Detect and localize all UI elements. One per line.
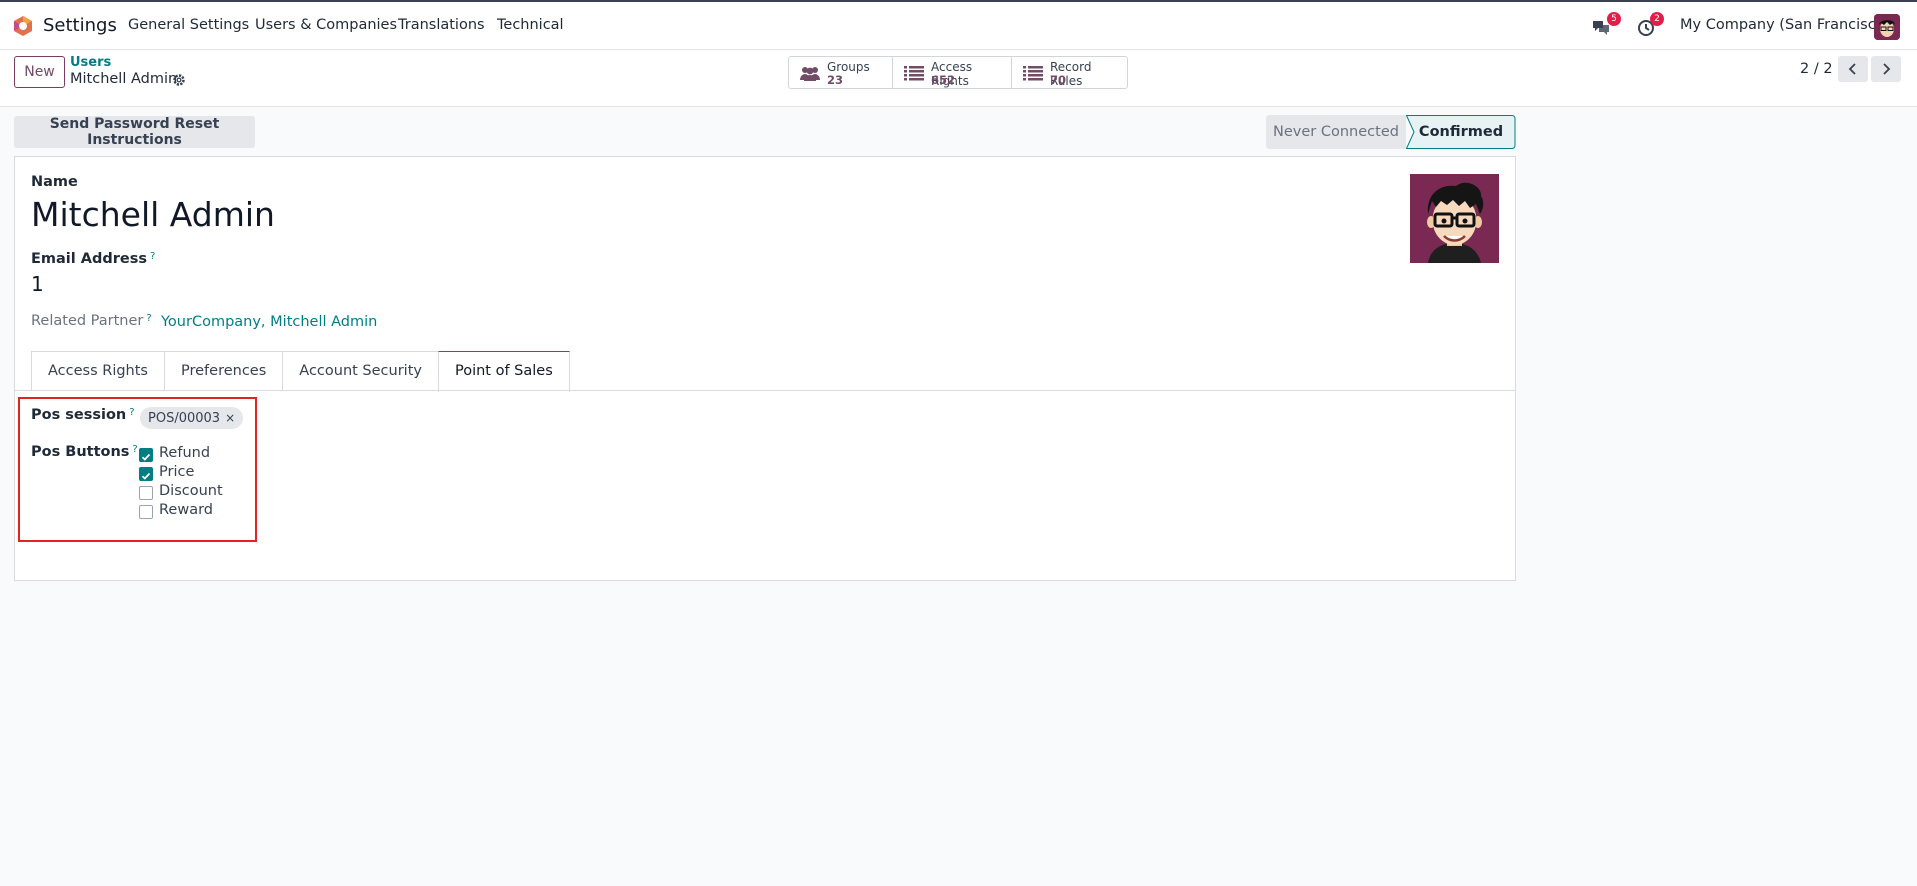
chevron-right-icon [1883,63,1891,75]
stat-record-rules-value: 70 [1050,73,1067,87]
stat-groups[interactable]: Groups 23 [789,57,893,88]
tab-access-rights[interactable]: Access Rights [31,351,164,391]
pager-previous-button[interactable] [1838,56,1868,82]
status-bar: Never Connected Confirmed [1266,115,1516,149]
user-avatar[interactable] [1874,14,1900,40]
gear-icon[interactable] [172,73,186,87]
app-name[interactable]: Settings [43,15,117,36]
status-never-connected[interactable]: Never Connected [1266,115,1406,149]
list-icon [1023,66,1043,81]
user-avatar-image[interactable] [1410,174,1499,263]
new-button[interactable]: New [14,56,65,88]
tab-point-of-sales[interactable]: Point of Sales [437,351,570,392]
help-tooltip-icon[interactable]: ? [132,444,137,455]
reward-label: Reward [159,502,213,518]
discount-checkbox[interactable] [139,486,153,500]
refund-checkbox[interactable] [139,448,153,462]
checkmark-icon [141,453,151,461]
refund-label: Refund [159,445,211,461]
menu-translations[interactable]: Translations [398,17,485,33]
email-label: Email Address? [31,251,155,267]
stat-groups-label: Groups [827,60,870,74]
price-label: Price [159,464,195,480]
help-tooltip-icon[interactable]: ? [150,251,155,262]
activities-badge: 2 [1650,12,1664,26]
pos-session-tag-label: POS/00003 [148,411,221,426]
messages-badge: 5 [1607,12,1621,26]
send-password-reset-button[interactable]: Send Password Reset Instructions [14,116,255,148]
chevron-left-icon [1848,63,1856,75]
pos-session-tag[interactable]: POS/00003 × [140,407,244,429]
odoo-logo-icon[interactable] [12,15,34,37]
discount-label: Discount [159,483,223,499]
pos-session-label-text: Pos session [31,407,127,423]
menu-general-settings[interactable]: General Settings [128,17,249,33]
breadcrumb-current: Mitchell Admin [70,71,178,87]
help-tooltip-icon[interactable]: ? [146,313,151,324]
breadcrumb-users[interactable]: Users [70,55,111,70]
menu-users-companies[interactable]: Users & Companies [255,17,397,33]
pos-buttons-label-text: Pos Buttons [31,444,130,460]
close-icon[interactable]: × [225,411,235,425]
list-icon [904,66,924,81]
tabs-divider [15,390,1515,391]
reward-checkbox[interactable] [139,505,153,519]
name-label: Name [31,174,78,190]
related-partner-label-text: Related Partner [31,313,144,329]
help-tooltip-icon[interactable]: ? [129,407,134,418]
pos-buttons-label: Pos Buttons? [31,444,138,460]
related-partner-label: Related Partner? [31,313,152,329]
email-label-text: Email Address [31,251,148,267]
checkmark-icon [141,472,151,480]
smart-buttons: Groups 23 Access Rights 652 Record Rules… [788,56,1128,89]
stat-groups-value: 23 [827,73,844,87]
pager-value[interactable]: 2 / 2 [1800,61,1833,77]
name-field[interactable]: Mitchell Admin [31,195,275,234]
form-sheet: Name Mitchell Admin Email Address? 1 Rel… [14,156,1516,581]
email-field[interactable]: 1 [31,272,44,296]
top-navbar: Settings General Settings Users & Compan… [0,0,1917,50]
stat-access-rights[interactable]: Access Rights 652 [893,57,1012,88]
form-tabs: Access Rights Preferences Account Securi… [31,351,570,392]
menu-technical[interactable]: Technical [497,17,564,33]
control-panel: New Users Mitchell Admin Groups 23 Acces… [0,51,1917,107]
company-switcher[interactable]: My Company (San Francisco) [1680,17,1890,33]
tab-account-security[interactable]: Account Security [282,351,438,391]
pos-session-label: Pos session? [31,407,135,423]
stat-record-rules[interactable]: Record Rules 70 [1012,57,1127,88]
users-icon [800,67,820,81]
status-confirmed[interactable]: Confirmed [1406,115,1516,149]
related-partner-link[interactable]: YourCompany, Mitchell Admin [161,314,377,330]
price-checkbox[interactable] [139,467,153,481]
pager-next-button[interactable] [1871,56,1901,82]
stat-access-rights-value: 652 [931,73,956,87]
tab-preferences[interactable]: Preferences [164,351,283,391]
